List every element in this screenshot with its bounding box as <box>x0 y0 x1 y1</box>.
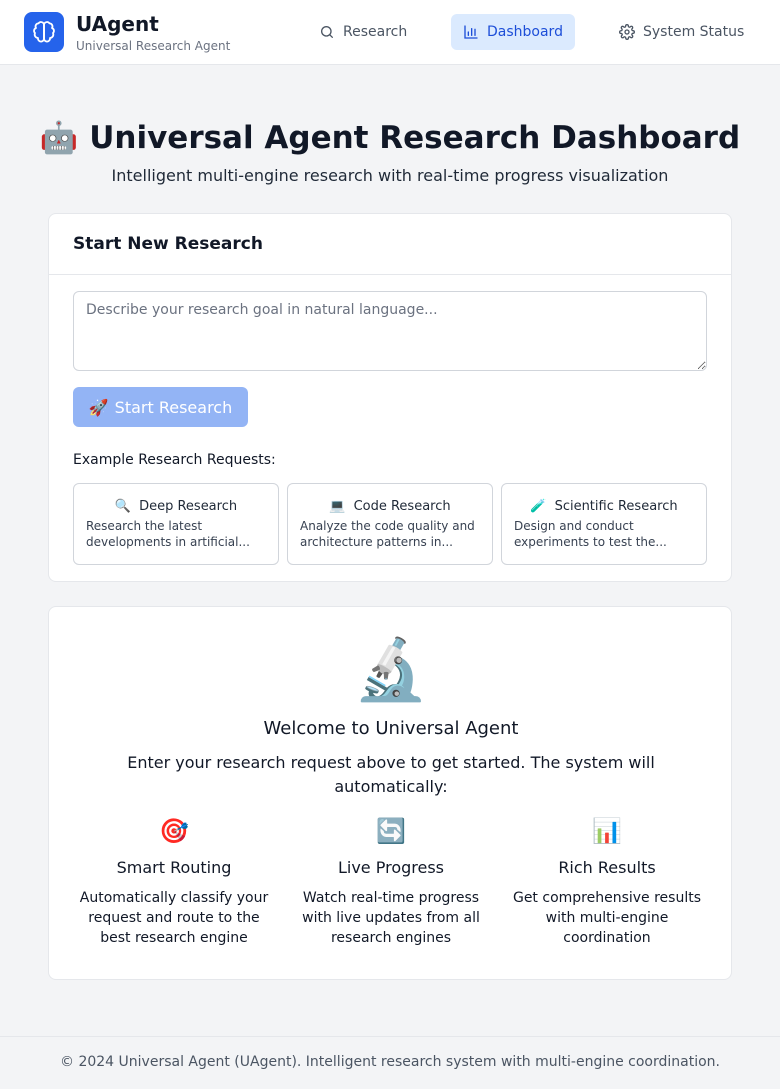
feature-description: Get comprehensive results with multi-eng… <box>512 890 702 946</box>
feature-description: Automatically classify your request and … <box>79 890 269 946</box>
example-title: Deep Research <box>139 498 238 514</box>
feature-title: Smart Routing <box>116 858 232 877</box>
example-header: 🧪 Scientific Research <box>514 496 694 516</box>
target-icon: 🎯 <box>159 817 189 845</box>
nav-research[interactable]: Research <box>307 14 419 50</box>
example-title: Code Research <box>353 498 451 514</box>
example-header: 🔍 Deep Research <box>86 496 266 516</box>
brain-icon <box>33 21 55 43</box>
app-name: UAgent <box>76 12 159 36</box>
research-goal-input[interactable] <box>73 291 707 371</box>
welcome-card: 🔬 Welcome to Universal Agent Enter your … <box>48 606 732 980</box>
feature-title: Rich Results <box>558 858 656 877</box>
nav-system-status[interactable]: System Status <box>607 14 756 50</box>
robot-icon: 🤖 <box>39 120 79 156</box>
welcome-title: Welcome to Universal Agent <box>263 718 519 739</box>
refresh-icon: 🔄 <box>376 817 406 845</box>
example-description: Analyze the code quality and architectur… <box>300 519 475 549</box>
laptop-icon: 💻 <box>329 498 346 514</box>
example-description: Design and conduct experiments to test t… <box>514 519 667 549</box>
start-research-card: Start New Research 🚀 Start Research Exam… <box>48 213 732 582</box>
test-tube-icon: 🧪 <box>530 498 547 514</box>
example-scientific-research[interactable]: 🧪 Scientific Research Design and conduct… <box>501 483 707 565</box>
example-header: 💻 Code Research <box>300 496 480 516</box>
feature-rich-results: 📊 Rich Results Get comprehensive results… <box>507 815 707 948</box>
example-code-research[interactable]: 💻 Code Research Analyze the code quality… <box>287 483 493 565</box>
example-description: Research the latest developments in arti… <box>86 519 250 549</box>
app-subtitle: Universal Research Agent <box>76 39 231 53</box>
bar-chart-icon: 📊 <box>592 817 622 845</box>
magnifier-icon: 🔍 <box>114 498 132 514</box>
nav-dashboard-label: Dashboard <box>487 24 563 40</box>
footer-text: © 2024 Universal Agent (UAgent). Intelli… <box>60 1054 720 1070</box>
page-title-text: Universal Agent Research Dashboard <box>89 120 741 156</box>
start-research-heading: Start New Research <box>49 214 731 275</box>
app-logo[interactable] <box>24 12 64 52</box>
example-deep-research[interactable]: 🔍 Deep Research Research the latest deve… <box>73 483 279 565</box>
gear-icon <box>619 24 635 40</box>
start-research-label: Start Research <box>114 397 233 417</box>
example-title: Scientific Research <box>554 498 678 514</box>
top-header: UAgent Universal Research Agent Research… <box>0 0 780 65</box>
microscope-icon: 🔬 <box>353 635 429 705</box>
rocket-icon: 🚀 <box>88 397 109 417</box>
nav-dashboard[interactable]: Dashboard <box>451 14 575 50</box>
feature-title: Live Progress <box>337 858 445 877</box>
footer: © 2024 Universal Agent (UAgent). Intelli… <box>0 1036 780 1089</box>
feature-live-progress: 🔄 Live Progress Watch real-time progress… <box>291 815 491 948</box>
examples-label: Example Research Requests: <box>73 452 276 468</box>
welcome-text: Enter your research request above to get… <box>127 753 655 796</box>
bar-chart-icon <box>464 25 478 39</box>
nav-system-status-label: System Status <box>643 24 745 40</box>
page-subtitle: Intelligent multi-engine research with r… <box>111 166 669 185</box>
feature-smart-routing: 🎯 Smart Routing Automatically classify y… <box>74 815 274 948</box>
search-icon <box>321 26 333 38</box>
nav-research-label: Research <box>343 24 408 40</box>
page-title: 🤖 Universal Agent Research Dashboard <box>0 118 780 158</box>
start-research-button[interactable]: 🚀 Start Research <box>73 387 248 427</box>
feature-description: Watch real-time progress with live updat… <box>302 890 480 946</box>
